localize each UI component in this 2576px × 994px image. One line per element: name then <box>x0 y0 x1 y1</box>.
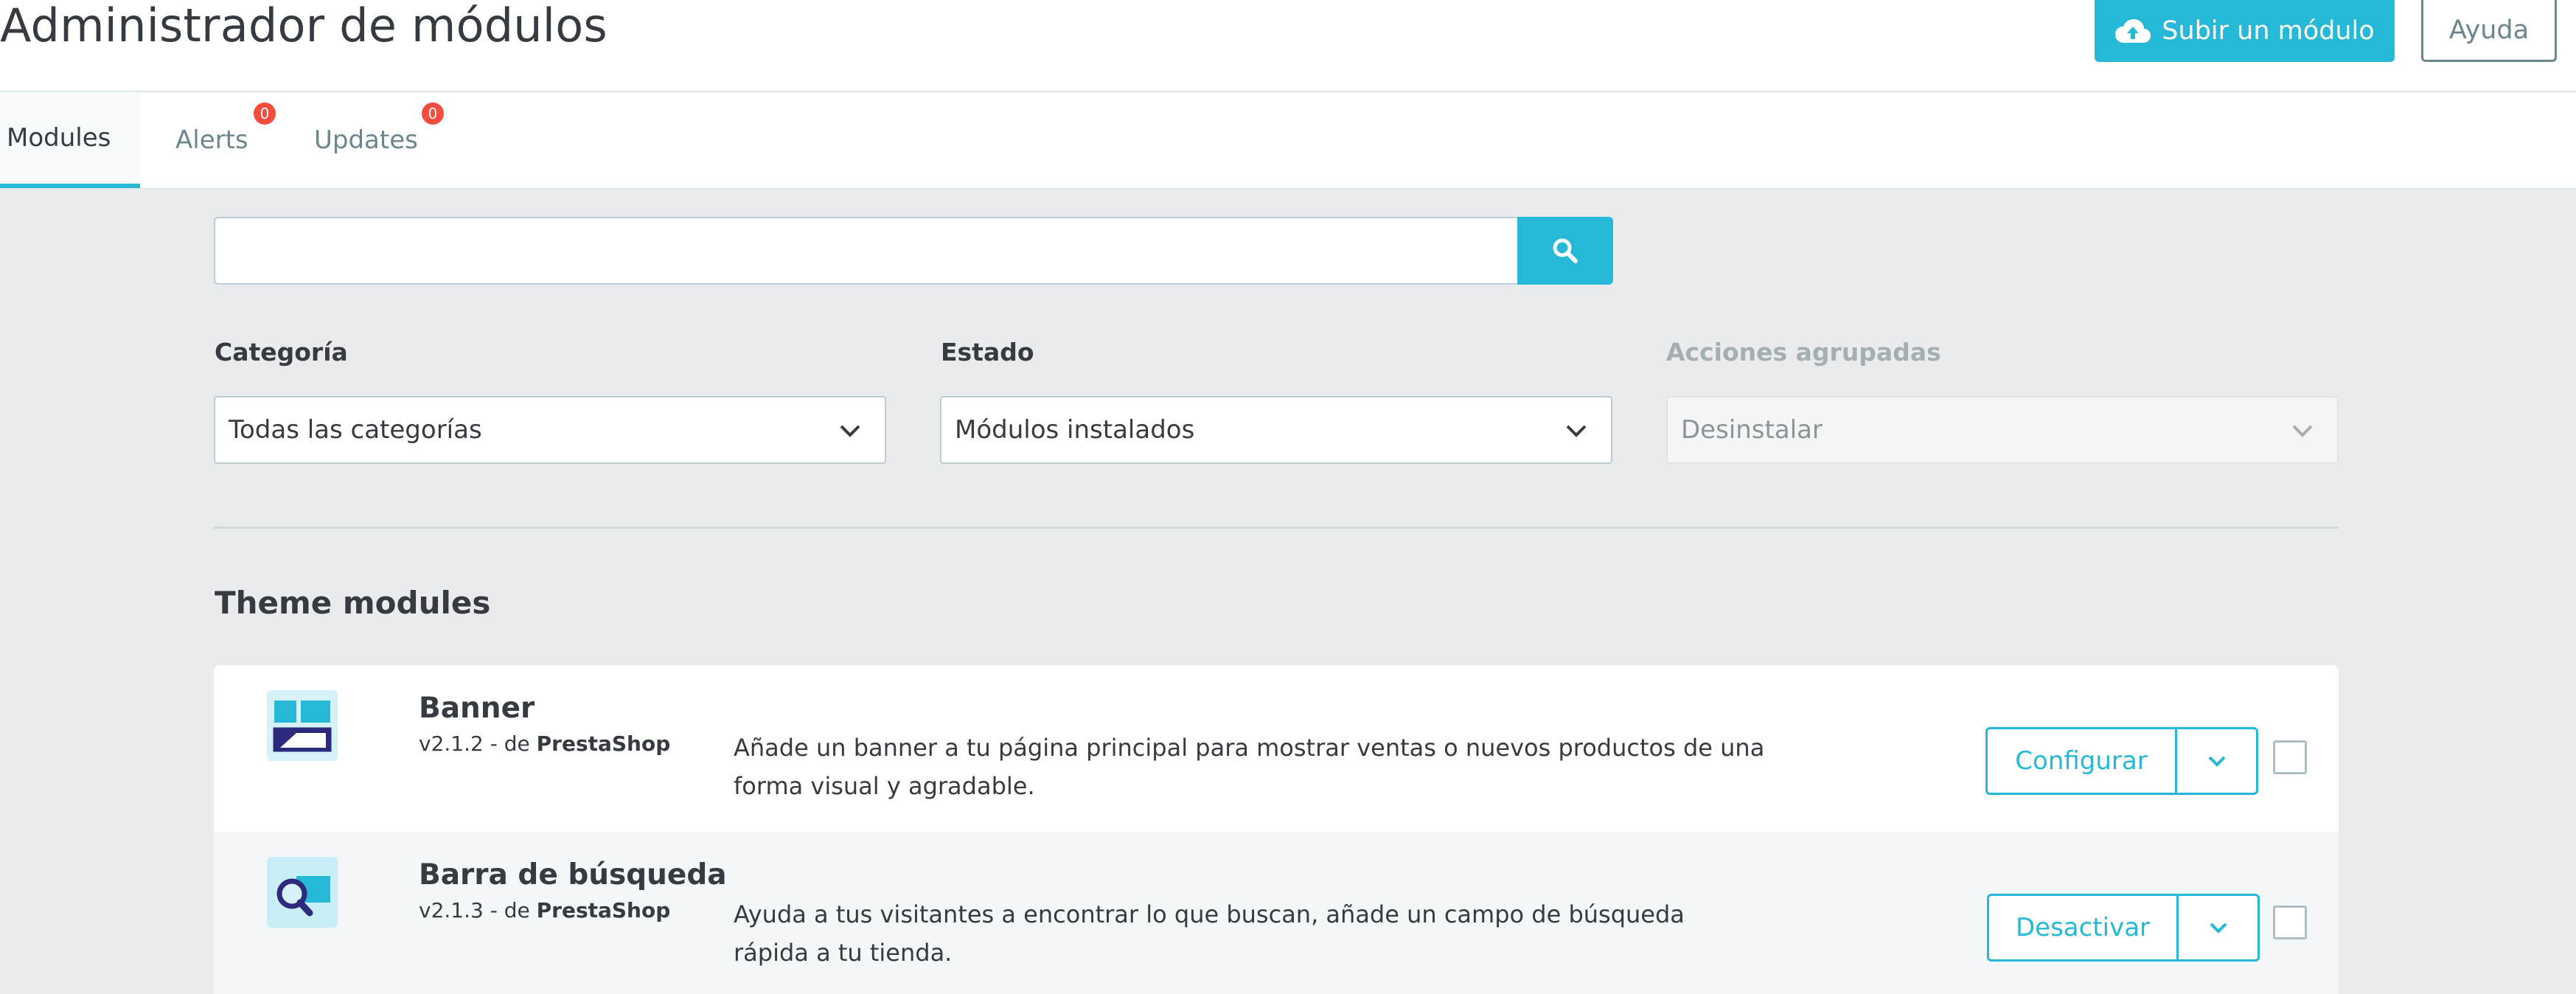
module-name: Banner <box>419 692 535 725</box>
section-divider <box>214 526 2339 529</box>
section-title: Theme modules <box>215 585 491 621</box>
status-select-value: Módulos instalados <box>955 415 1195 445</box>
upload-module-label: Subir un módulo <box>2162 16 2375 46</box>
more-actions-toggle[interactable] <box>2179 896 2258 959</box>
status-filter-label: Estado <box>941 338 1034 366</box>
tab-modules-label: Modules <box>7 123 111 153</box>
category-filter-label: Categoría <box>215 338 348 366</box>
chevron-down-icon <box>2208 756 2225 767</box>
module-select-checkbox[interactable] <box>2273 906 2307 939</box>
bulk-actions-value: Desinstalar <box>1681 415 1823 445</box>
module-search-input[interactable] <box>214 217 1517 285</box>
category-select[interactable]: Todas las categorías <box>214 396 886 464</box>
cloud-upload-icon <box>2115 19 2151 43</box>
search-bar-module-icon <box>267 857 338 928</box>
module-version-text: v2.1.2 - de <box>419 731 537 756</box>
updates-count-badge: 0 <box>422 102 444 125</box>
chevron-down-icon <box>840 425 860 437</box>
module-tabs: Modules Alerts 0 Updates 0 <box>0 92 2576 190</box>
module-action-group: Desactivar <box>1987 894 2260 962</box>
module-version: v2.1.3 - de PrestaShop <box>419 898 670 922</box>
category-select-value: Todas las categorías <box>229 415 482 445</box>
deactivate-button[interactable]: Desactivar <box>1989 896 2179 959</box>
search-icon <box>1553 238 1578 263</box>
chevron-down-icon <box>2292 425 2313 437</box>
tab-modules[interactable]: Modules <box>0 92 140 188</box>
upload-module-button[interactable]: Subir un módulo <box>2095 0 2395 62</box>
page-header: Administrador de módulos Subir un módulo… <box>0 0 2576 92</box>
module-author: PrestaShop <box>536 898 671 922</box>
module-row: Barra de búsqueda v2.1.3 - de PrestaShop… <box>214 832 2339 994</box>
module-description: Añade un banner a tu página principal pa… <box>734 734 1765 800</box>
tab-updates[interactable]: Updates 0 <box>314 92 444 188</box>
more-actions-toggle[interactable] <box>2177 729 2256 793</box>
tab-updates-label: Updates <box>314 125 418 155</box>
page-title: Administrador de módulos <box>0 0 608 52</box>
configure-button[interactable]: Configurar <box>1988 729 2177 793</box>
tab-alerts-label: Alerts <box>175 125 248 155</box>
module-version-text: v2.1.3 - de <box>419 898 537 922</box>
bulk-actions-label: Acciones agrupadas <box>1666 338 1941 366</box>
tab-alerts[interactable]: Alerts 0 <box>175 92 276 188</box>
status-select[interactable]: Módulos instalados <box>940 396 1612 464</box>
search-button[interactable] <box>1517 217 1613 285</box>
module-description: Ayuda a tus visitantes a encontrar lo qu… <box>734 900 1685 967</box>
module-row: Banner v2.1.2 - de PrestaShop Añade un b… <box>214 665 2339 832</box>
bulk-actions-select: Desinstalar <box>1666 396 2339 464</box>
chevron-down-icon <box>2210 922 2227 934</box>
module-action-group: Configurar <box>1985 727 2258 795</box>
alerts-count-badge: 0 <box>254 102 276 125</box>
chevron-down-icon <box>1566 425 1587 437</box>
module-author: PrestaShop <box>536 731 671 756</box>
module-select-checkbox[interactable] <box>2273 740 2307 774</box>
module-name: Barra de búsqueda <box>419 858 727 892</box>
banner-module-icon <box>267 690 338 761</box>
module-version: v2.1.2 - de PrestaShop <box>419 731 670 756</box>
help-button[interactable]: Ayuda <box>2421 0 2557 62</box>
